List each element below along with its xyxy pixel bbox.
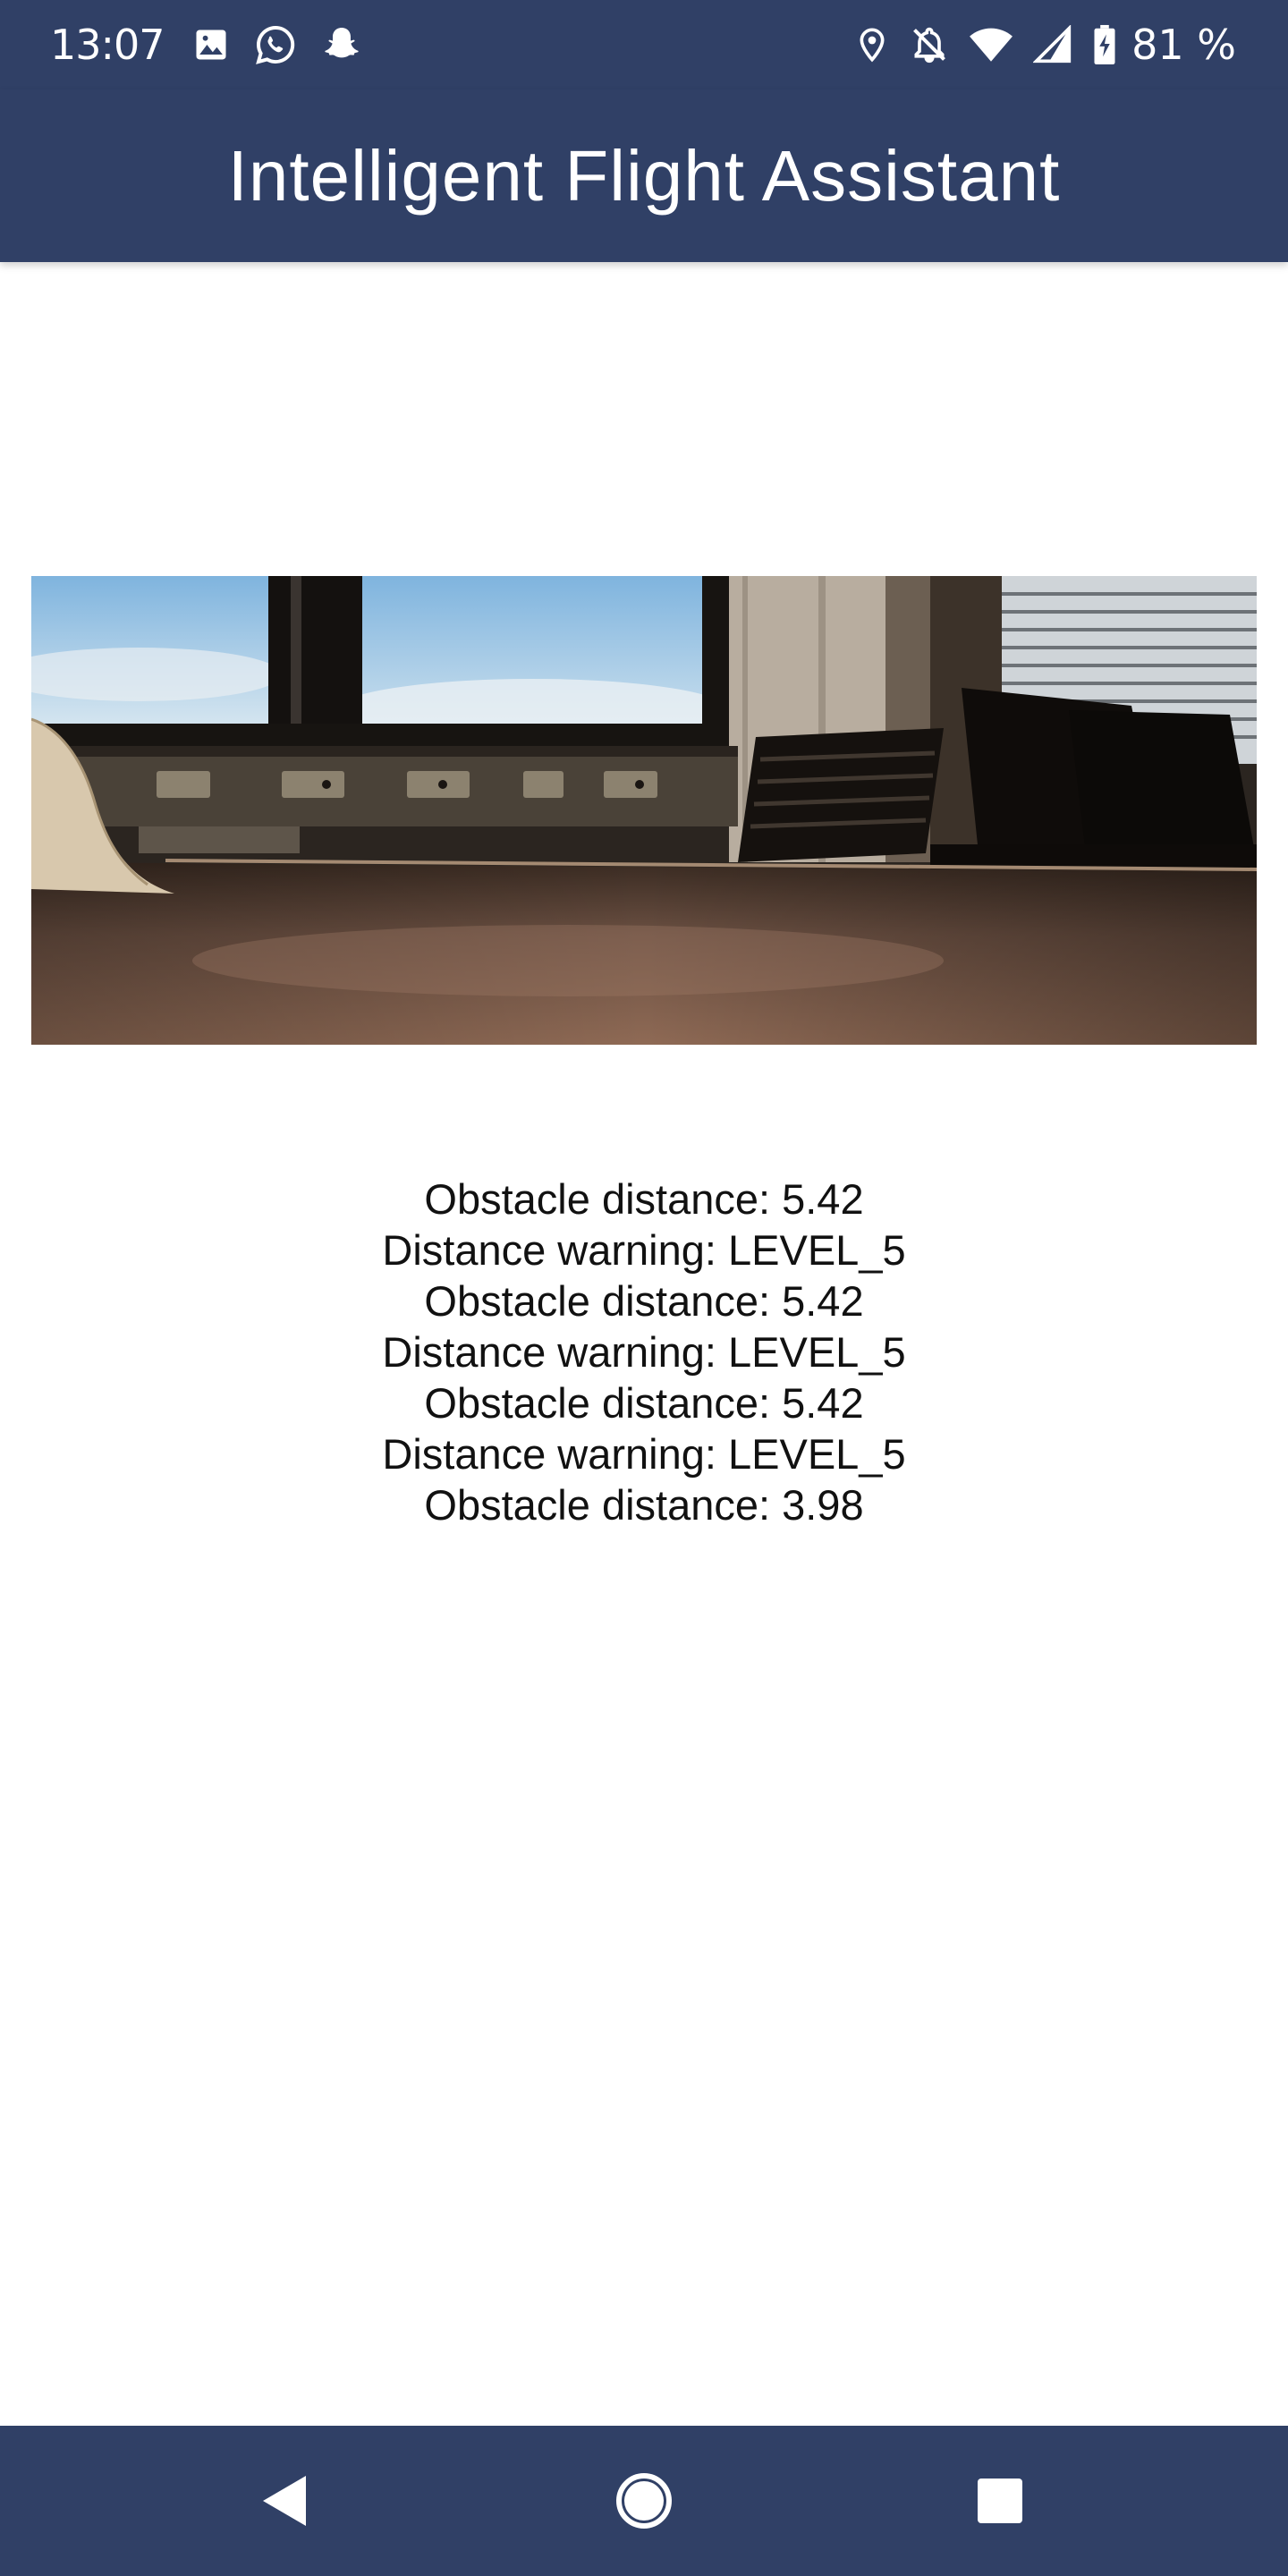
location-icon [854,24,890,65]
home-icon [616,2473,672,2529]
back-button[interactable] [247,2463,322,2538]
battery-percentage: 81 % [1131,21,1236,69]
log-line: Obstacle distance: 5.42 [424,1379,864,1427]
recents-button[interactable] [962,2463,1038,2538]
app-bar: Intelligent Flight Assistant [0,89,1288,262]
status-time: 13:07 [50,21,165,69]
status-system-icons: 81 % [854,20,1236,70]
status-bar: 13:07 81 % [0,0,1288,89]
log-line: Distance warning: LEVEL_5 [382,1328,906,1376]
whatsapp-icon [254,23,297,66]
notifications-off-icon [910,24,949,65]
navigation-bar [0,2426,1288,2576]
app-screen: 13:07 81 % Intelligent Flight Assistant … [0,0,1288,2576]
log-line: Obstacle distance: 5.42 [424,1175,864,1223]
log-line: Distance warning: LEVEL_5 [382,1226,906,1274]
recents-icon [978,2479,1022,2523]
log-line: Distance warning: LEVEL_5 [382,1430,906,1478]
battery-charging-icon [1092,24,1117,65]
cell-signal-icon [1033,25,1072,64]
image-icon [191,25,231,64]
log-line: Obstacle distance: 5.42 [424,1277,864,1325]
status-notification-icons [191,20,363,70]
app-title: Intelligent Flight Assistant [227,136,1061,216]
obstacle-log: Obstacle distance: 5.42 Distance warning… [0,1174,1288,1530]
snapchat-icon [320,23,363,66]
back-icon [263,2476,306,2526]
log-line: Obstacle distance: 3.98 [424,1481,864,1529]
home-button[interactable] [606,2463,682,2538]
camera-feed-image [31,576,1257,1045]
wifi-icon [969,25,1013,64]
